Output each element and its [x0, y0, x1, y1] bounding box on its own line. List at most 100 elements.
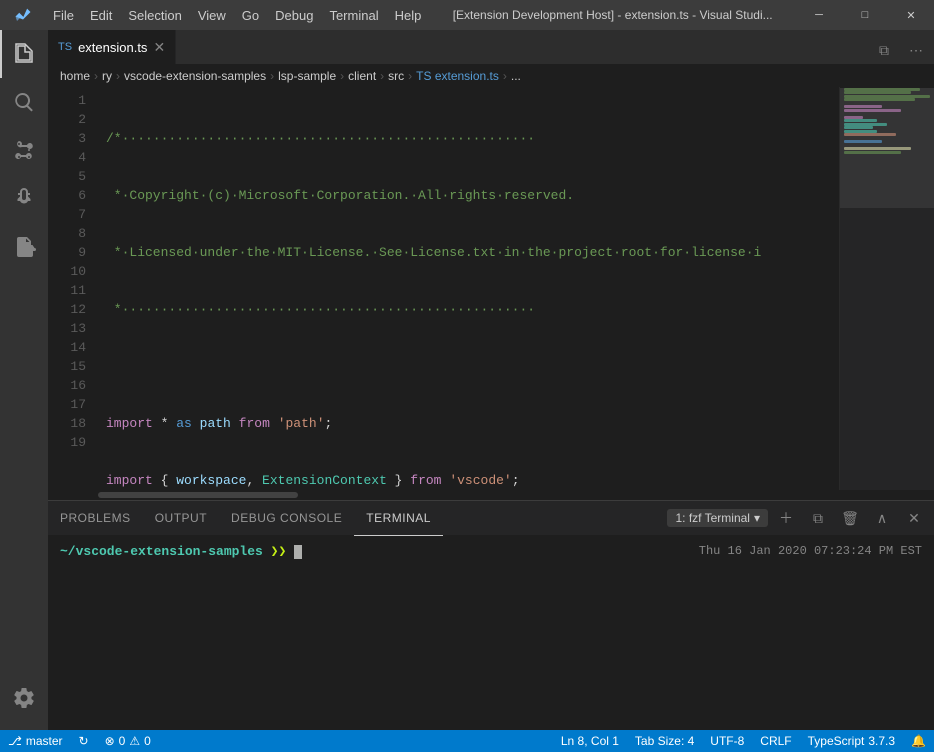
branch-name: master — [26, 734, 63, 748]
terminal-path: ~/vscode-extension-samples — [60, 544, 263, 559]
activity-source-control[interactable] — [0, 126, 48, 174]
activity-debug[interactable] — [0, 174, 48, 222]
code-line-6: import * as path from 'path'; — [106, 414, 839, 433]
bottom-panel: PROBLEMS OUTPUT DEBUG CONSOLE TERMINAL 1… — [48, 500, 934, 730]
menu-debug[interactable]: Debug — [267, 0, 321, 30]
panel-tab-debug-console[interactable]: DEBUG CONSOLE — [219, 501, 354, 536]
code-line-1: /*······································… — [106, 129, 839, 148]
code-line-2: *·Copyright·(c)·Microsoft·Corporation.·A… — [106, 186, 839, 205]
activity-extensions[interactable] — [0, 222, 48, 270]
status-language[interactable]: TypeScript 3.7.3 — [800, 734, 903, 748]
menu-go[interactable]: Go — [234, 0, 267, 30]
breadcrumb: home › ry › vscode-extension-samples › l… — [48, 65, 934, 87]
status-line-ending[interactable]: CRLF — [752, 734, 799, 748]
maximize-panel-button[interactable]: ∧ — [868, 504, 896, 532]
breadcrumb-ts[interactable]: TS extension.ts — [416, 69, 499, 83]
code-line-5 — [106, 357, 839, 376]
split-terminal-button[interactable]: ⧉ — [804, 504, 832, 532]
status-branch[interactable]: ⎇ master — [0, 730, 71, 752]
terminal-prompt: ❯❯ — [271, 544, 294, 559]
activity-search[interactable] — [0, 78, 48, 126]
menu-selection[interactable]: Selection — [120, 0, 189, 30]
status-notifications[interactable]: 🔔 — [903, 734, 934, 748]
breadcrumb-lsp-sample[interactable]: lsp-sample — [278, 69, 336, 83]
split-editor-button[interactable]: ⧉ — [870, 36, 898, 64]
status-position[interactable]: Ln 8, Col 1 — [553, 734, 627, 748]
panel-right-actions: 1: fzf Terminal ▾ ＋ ⧉ 🗑 ∧ ✕ — [667, 504, 934, 532]
line-numbers: 1 2 3 4 5 6 7 8 9 10 11 12 13 14 15 16 1… — [48, 87, 98, 490]
menu-edit[interactable]: Edit — [82, 0, 120, 30]
terminal-line: Thu 16 Jan 2020 07:23:24 PM EST ~/vscode… — [60, 544, 922, 559]
code-area[interactable]: 1 2 3 4 5 6 7 8 9 10 11 12 13 14 15 16 1… — [48, 87, 934, 490]
terminal-name: 1: fzf Terminal — [675, 511, 749, 525]
breadcrumb-client[interactable]: client — [348, 69, 376, 83]
breadcrumb-ry[interactable]: ry — [102, 69, 112, 83]
panel-tab-problems[interactable]: PROBLEMS — [48, 501, 143, 536]
line-ending-text: CRLF — [760, 734, 791, 748]
breadcrumb-src[interactable]: src — [388, 69, 404, 83]
menu-terminal[interactable]: Terminal — [321, 0, 386, 30]
code-editor[interactable]: /*······································… — [98, 87, 839, 490]
title-bar: File Edit Selection View Go Debug Termin… — [0, 0, 934, 30]
tab-extension-ts[interactable]: TS extension.ts ✕ — [48, 30, 176, 64]
activity-settings[interactable] — [0, 674, 48, 722]
app-icon — [0, 6, 45, 24]
status-tab-size[interactable]: Tab Size: 4 — [627, 734, 702, 748]
error-count: 0 — [119, 734, 126, 748]
maximize-button[interactable]: □ — [842, 0, 888, 30]
terminal-chevron-icon: ▾ — [754, 511, 760, 525]
tab-lang: TS — [58, 41, 72, 53]
code-line-3: *·Licensed·under·the·MIT·License.·See·Li… — [106, 243, 839, 262]
close-button[interactable]: ✕ — [888, 0, 934, 30]
warning-icon: ⚠ — [129, 734, 140, 748]
code-line-7: import { workspace, ExtensionContext } f… — [106, 471, 839, 490]
activity-bottom — [0, 674, 48, 730]
menu-bar: File Edit Selection View Go Debug Termin… — [45, 0, 429, 30]
panel-tab-terminal[interactable]: TERMINAL — [354, 501, 443, 536]
warning-count: 0 — [144, 734, 151, 748]
tab-size-text: Tab Size: 4 — [635, 734, 694, 748]
status-bar: ⎇ master ↻ ⊗ 0 ⚠ 0 Ln 8, Col 1 Tab Size:… — [0, 730, 934, 752]
activity-bar — [0, 30, 48, 730]
branch-icon: ⎇ — [8, 734, 22, 748]
window-title: [Extension Development Host] - extension… — [429, 8, 796, 22]
panel-tabs: PROBLEMS OUTPUT DEBUG CONSOLE TERMINAL 1… — [48, 501, 934, 536]
tab-bar-actions: ⧉ ⋯ — [870, 36, 934, 64]
terminal-content[interactable]: Thu 16 Jan 2020 07:23:24 PM EST ~/vscode… — [48, 536, 934, 730]
editor-container: TS extension.ts ✕ ⧉ ⋯ home › ry › vscode… — [48, 30, 934, 730]
terminal-timestamp: Thu 16 Jan 2020 07:23:24 PM EST — [699, 544, 922, 558]
position-text: Ln 8, Col 1 — [561, 734, 619, 748]
close-panel-button[interactable]: ✕ — [900, 504, 928, 532]
window-controls: ─ □ ✕ — [796, 0, 934, 30]
tab-filename: extension.ts — [78, 40, 147, 55]
minimize-button[interactable]: ─ — [796, 0, 842, 30]
panel-tab-output[interactable]: OUTPUT — [143, 501, 219, 536]
breadcrumb-samples[interactable]: vscode-extension-samples — [124, 69, 266, 83]
status-encoding[interactable]: UTF-8 — [702, 734, 752, 748]
menu-file[interactable]: File — [45, 0, 82, 30]
activity-explorer[interactable] — [0, 30, 48, 78]
language-text: TypeScript — [808, 734, 865, 748]
main-area: TS extension.ts ✕ ⧉ ⋯ home › ry › vscode… — [0, 30, 934, 730]
notification-icon: 🔔 — [911, 734, 926, 748]
terminal-dropdown[interactable]: 1: fzf Terminal ▾ — [667, 509, 768, 527]
terminal-cursor — [294, 545, 302, 559]
error-icon: ⊗ — [105, 734, 115, 748]
language-version: 3.7.3 — [868, 734, 895, 748]
more-tabs-button[interactable]: ⋯ — [902, 36, 930, 64]
status-sync[interactable]: ↻ — [71, 730, 97, 752]
code-line-4: *·······································… — [106, 300, 839, 319]
tab-close-button[interactable]: ✕ — [153, 40, 165, 54]
breadcrumb-home[interactable]: home — [60, 69, 90, 83]
new-terminal-button[interactable]: ＋ — [772, 504, 800, 532]
kill-terminal-button[interactable]: 🗑 — [836, 504, 864, 532]
horizontal-scrollbar[interactable] — [48, 490, 934, 500]
status-right: Ln 8, Col 1 Tab Size: 4 UTF-8 CRLF TypeS… — [553, 734, 934, 748]
status-errors[interactable]: ⊗ 0 ⚠ 0 — [97, 730, 159, 752]
menu-view[interactable]: View — [190, 0, 234, 30]
encoding-text: UTF-8 — [710, 734, 744, 748]
menu-help[interactable]: Help — [387, 0, 430, 30]
breadcrumb-more[interactable]: ... — [511, 69, 521, 83]
tab-bar: TS extension.ts ✕ ⧉ ⋯ — [48, 30, 934, 65]
scroll-thumb[interactable] — [98, 492, 298, 498]
